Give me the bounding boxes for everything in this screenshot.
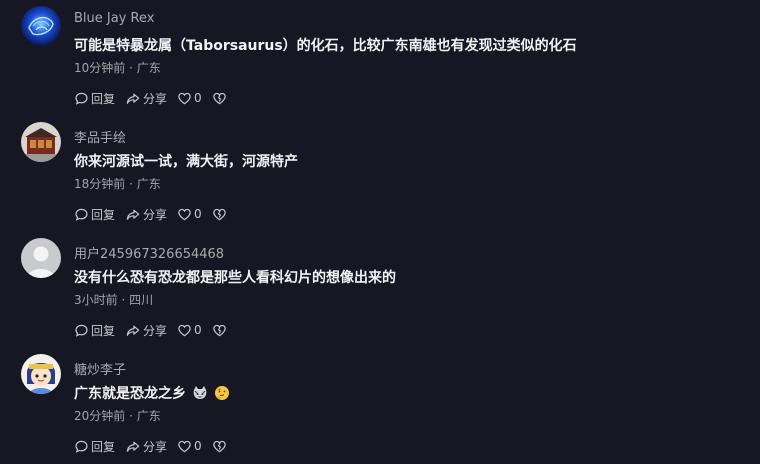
like-button[interactable]: 0 — [177, 323, 202, 338]
heart-icon — [178, 208, 191, 220]
share-label: 分享 — [143, 91, 168, 106]
reply-label: 回复 — [91, 91, 116, 106]
reply-label: 回复 — [91, 323, 116, 338]
cat-face-emoji — [193, 386, 207, 399]
like-count: 0 — [194, 439, 202, 453]
reply-icon — [75, 440, 88, 453]
reply-icon — [75, 208, 88, 221]
comment-text-body: 你来河源试一试，满大街，河源特产 — [74, 154, 298, 170]
comment-text-body: 没有什么恐有恐龙都是那些人看科幻片的想像出来的 — [74, 270, 396, 286]
comment-text: 你来河源试一试，满大街，河源特产 — [74, 151, 298, 171]
reply-button[interactable]: 回复 — [74, 90, 115, 107]
comment-item: 糖炒李子 广东就是恐龙之乡 20分钟前 · 广东 回复 分享 0 — [0, 348, 760, 464]
share-button[interactable]: 分享 — [125, 438, 167, 455]
dislike-button[interactable] — [212, 439, 229, 454]
comment-item: 李品手绘 你来河源试一试，满大街，河源特产 18分钟前 · 广东 回复 分享 0 — [0, 116, 760, 232]
like-count: 0 — [194, 91, 202, 105]
comment-item: Blue Jay Rex 可能是特暴龙属（Taborsaurus）的化石，比较广… — [0, 0, 760, 116]
like-button[interactable]: 0 — [177, 91, 202, 106]
username[interactable]: Blue Jay Rex — [74, 11, 154, 26]
heart-icon — [178, 324, 191, 336]
reply-icon — [75, 92, 88, 105]
broken-heart-icon — [212, 440, 226, 452]
thinking-face-emoji — [215, 386, 229, 400]
comment-meta: 10分钟前 · 广东 — [74, 61, 161, 75]
share-icon — [126, 209, 140, 220]
like-count: 0 — [194, 323, 202, 337]
comment-text: 没有什么恐有恐龙都是那些人看科幻片的想像出来的 — [74, 267, 396, 287]
dislike-button[interactable] — [212, 207, 229, 222]
reply-label: 回复 — [91, 439, 116, 454]
reply-label: 回复 — [91, 207, 116, 222]
avatar[interactable] — [21, 238, 61, 278]
share-icon — [126, 93, 140, 104]
heart-icon — [178, 440, 191, 452]
share-button[interactable]: 分享 — [125, 90, 167, 107]
comment-text-body: 可能是特暴龙属（Taborsaurus）的化石，比较广东南雄也有发现过类似的化石 — [74, 38, 577, 54]
comment-actions: 回复 分享 0 — [74, 437, 239, 455]
avatar[interactable] — [21, 6, 61, 46]
share-label: 分享 — [143, 439, 168, 454]
share-button[interactable]: 分享 — [125, 322, 167, 339]
like-count: 0 — [194, 207, 202, 221]
reply-icon — [75, 324, 88, 337]
avatar[interactable] — [21, 354, 61, 394]
broken-heart-icon — [212, 324, 226, 336]
comment-text-body: 广东就是恐龙之乡 — [74, 386, 186, 402]
share-label: 分享 — [143, 323, 168, 338]
comment-item: 用户245967326654468 没有什么恐有恐龙都是那些人看科幻片的想像出来… — [0, 232, 760, 348]
share-icon — [126, 441, 140, 452]
comment-meta: 20分钟前 · 广东 — [74, 409, 161, 423]
like-button[interactable]: 0 — [177, 439, 202, 454]
username[interactable]: 李品手绘 — [74, 127, 126, 146]
broken-heart-icon — [212, 208, 226, 220]
comment-actions: 回复 分享 0 — [74, 321, 239, 339]
comment-meta: 3小时前 · 四川 — [74, 293, 154, 307]
share-icon — [126, 325, 140, 336]
comment-actions: 回复 分享 0 — [74, 205, 239, 223]
comment-text: 广东就是恐龙之乡 — [74, 383, 230, 403]
comment-actions: 回复 分享 0 — [74, 89, 239, 107]
reply-button[interactable]: 回复 — [74, 206, 115, 223]
username[interactable]: 糖炒李子 — [74, 359, 126, 378]
dislike-button[interactable] — [212, 323, 229, 338]
broken-heart-icon — [212, 92, 226, 104]
dislike-button[interactable] — [212, 91, 229, 106]
comment-meta: 18分钟前 · 广东 — [74, 177, 161, 191]
username[interactable]: 用户245967326654468 — [74, 243, 224, 262]
avatar[interactable] — [21, 122, 61, 162]
reply-button[interactable]: 回复 — [74, 322, 115, 339]
reply-button[interactable]: 回复 — [74, 438, 115, 455]
comment-text: 可能是特暴龙属（Taborsaurus）的化石，比较广东南雄也有发现过类似的化石 — [74, 35, 577, 55]
heart-icon — [178, 92, 191, 104]
share-label: 分享 — [143, 207, 168, 222]
share-button[interactable]: 分享 — [125, 206, 167, 223]
like-button[interactable]: 0 — [177, 207, 202, 222]
